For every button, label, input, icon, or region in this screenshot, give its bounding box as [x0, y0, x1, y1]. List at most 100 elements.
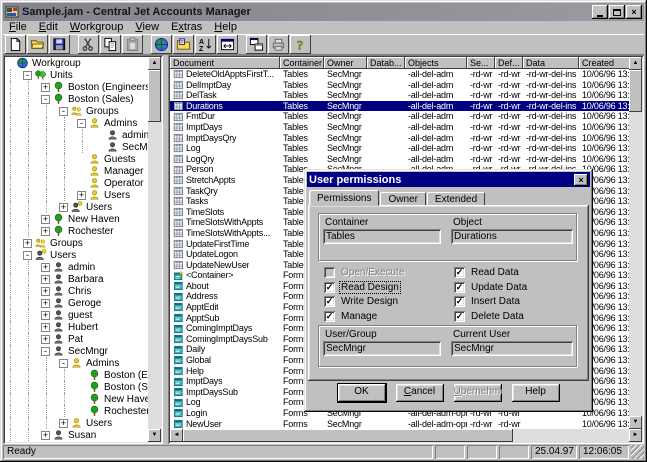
column-header-container[interactable]: Container — [280, 57, 324, 69]
print-button[interactable] — [268, 35, 289, 54]
checkbox-delete-data[interactable]: ✓Delete Data — [454, 311, 528, 322]
tab-owner[interactable]: Owner — [380, 192, 425, 206]
checked-checkbox-icon[interactable]: ✓ — [454, 282, 465, 293]
help-button[interactable]: ? — [290, 35, 311, 54]
tree-item-manager[interactable]: Manager — [5, 165, 148, 177]
tree-item-susan[interactable]: +Susan — [5, 429, 148, 441]
expand-icon[interactable]: + — [59, 419, 68, 428]
expand-icon[interactable]: + — [41, 299, 50, 308]
tree-item-secmngr[interactable]: -SecMngr — [5, 345, 148, 357]
checkbox-insert-data[interactable]: ✓Insert Data — [454, 296, 528, 307]
bernehmen-button[interactable]: Übernehmen — [454, 384, 502, 402]
tree-item-pat[interactable]: +Pat — [5, 333, 148, 345]
table-row-newuser[interactable]: NewUserFormsSecMngr-all-del-adm-opn-rd-w… — [170, 419, 633, 429]
tree-item-users[interactable]: +Users — [5, 417, 148, 429]
tree-item-geroge[interactable]: +Geroge — [5, 297, 148, 309]
column-header-document[interactable]: Document — [170, 57, 280, 69]
copy-button[interactable] — [100, 35, 121, 54]
tree-item-groups[interactable]: -Groups — [5, 105, 148, 117]
table-row-durations[interactable]: DurationsTablesSecMngr-all-del-adm-rd-wr… — [170, 101, 633, 112]
menu-help[interactable]: Help — [208, 21, 243, 34]
tree-item-groups[interactable]: +Groups — [5, 237, 148, 249]
table-row-logqry[interactable]: LogQryTablesSecMngr-all-del-adm-rd-wr-rd… — [170, 154, 633, 165]
table-row-fmtdur[interactable]: FmtDurTablesSecMngr-all-del-adm-rd-wr-rd… — [170, 111, 633, 122]
tree-item-hubert[interactable]: +Hubert — [5, 321, 148, 333]
scroll-up-icon[interactable]: ▲ — [148, 57, 161, 70]
maximize-button[interactable] — [609, 5, 625, 19]
expand-icon[interactable]: + — [41, 287, 50, 296]
column-header-owner[interactable]: Owner — [324, 57, 367, 69]
expand-icon[interactable]: + — [41, 83, 50, 92]
tree-item-admin[interactable]: +admin — [5, 261, 148, 273]
tree-item-guest[interactable]: +guest — [5, 309, 148, 321]
menu-file[interactable]: File — [3, 21, 33, 34]
tree-item-chris[interactable]: +Chris — [5, 285, 148, 297]
tree-item-workgroup[interactable]: Workgroup — [5, 57, 148, 69]
collapse-icon[interactable]: - — [23, 251, 32, 260]
scroll-left-icon[interactable]: ◄ — [170, 429, 183, 442]
expand-icon[interactable]: + — [77, 191, 86, 200]
checked-checkbox-icon[interactable]: ✓ — [454, 267, 465, 278]
menu-edit[interactable]: Edit — [33, 21, 64, 34]
checkbox-read-design[interactable]: ✓Read Design — [324, 282, 405, 293]
unchecked-checkbox-icon[interactable] — [324, 267, 335, 278]
tab-extended[interactable]: Extended — [427, 192, 485, 206]
tree-item-boston-sales[interactable]: -Boston (Sales) — [5, 93, 148, 105]
checked-checkbox-icon[interactable]: ✓ — [454, 296, 465, 307]
expand-icon[interactable]: + — [41, 275, 50, 284]
column-header-datab[interactable]: Datab... — [367, 57, 405, 69]
table-scroll-thumb[interactable] — [629, 70, 642, 112]
tree-item-users[interactable]: +Users — [5, 189, 148, 201]
menu-extras[interactable]: Extras — [165, 21, 208, 34]
collapse-icon[interactable]: - — [41, 95, 50, 104]
table-row-delimptday[interactable]: DelImptDayTablesSecMngr-all-del-adm-rd-w… — [170, 80, 633, 91]
expand-icon[interactable]: + — [41, 311, 50, 320]
cancel-button[interactable]: Cancel — [396, 384, 444, 402]
tree-item-admins[interactable]: -Admins — [5, 357, 148, 369]
expand-icon[interactable]: + — [59, 203, 68, 212]
scroll-down-icon[interactable]: ▼ — [148, 429, 161, 442]
tree-item-barbara[interactable]: +Barbara — [5, 273, 148, 285]
tree-item-users[interactable]: -Users — [5, 249, 148, 261]
dialog-title-bar[interactable]: User permissions × — [307, 172, 590, 187]
title-bar[interactable]: Sample.jam - Central Jet Accounts Manage… — [3, 3, 644, 21]
tree-scrollbar[interactable]: ▲ ▼ — [148, 57, 161, 442]
checkbox-write-design[interactable]: ✓Write Design — [324, 296, 405, 307]
table-hscroll-thumb[interactable] — [183, 429, 513, 442]
fit-window-button[interactable] — [217, 35, 238, 54]
tree-item-boston-engineers[interactable]: +Boston (Engineers) — [5, 81, 148, 93]
table-row-imptdaysqry[interactable]: ImptDaysQryTablesSecMngr-all-del-adm-rd-… — [170, 133, 633, 144]
dialog-close-button[interactable]: × — [574, 174, 588, 186]
column-header-def[interactable]: Def... — [495, 57, 523, 69]
minimize-button[interactable] — [592, 5, 608, 19]
ok-button[interactable]: OK — [338, 384, 386, 402]
table-row-deltask[interactable]: DelTaskTablesSecMngr-all-del-adm-rd-wr-r… — [170, 90, 633, 101]
open-file-button[interactable] — [27, 35, 48, 54]
paste-button[interactable] — [122, 35, 143, 54]
expand-icon[interactable]: + — [23, 239, 32, 248]
checked-checkbox-icon[interactable]: ✓ — [324, 296, 335, 307]
table-row-log[interactable]: LogTablesSecMngr-all-del-adm-rd-wr-rd-wr… — [170, 143, 633, 154]
scroll-right-icon[interactable]: ► — [629, 429, 642, 442]
cut-button[interactable] — [78, 35, 99, 54]
tree-item-new-haven[interactable]: +New Haven — [5, 213, 148, 225]
switch-windows-button[interactable] — [246, 35, 267, 54]
collapse-icon[interactable]: - — [77, 119, 86, 128]
column-header-data[interactable]: Data — [523, 57, 579, 69]
collapse-icon[interactable]: - — [59, 107, 68, 116]
help-button[interactable]: Help — [512, 384, 560, 402]
tree-item-boston-engineers[interactable]: Boston (Engineers) — [5, 369, 148, 381]
tree-item-guests[interactable]: Guests — [5, 153, 148, 165]
column-header-created[interactable]: Created — [579, 57, 633, 69]
table-row-imptdays[interactable]: ImptDaysTablesSecMngr-all-del-adm-rd-wr-… — [170, 122, 633, 133]
table-hscrollbar[interactable]: ◄ ► — [170, 429, 642, 442]
checked-checkbox-icon[interactable]: ✓ — [324, 282, 335, 293]
save-button[interactable] — [49, 35, 70, 54]
tree-item-operator[interactable]: Operator — [5, 177, 148, 189]
collapse-icon[interactable]: - — [41, 347, 50, 356]
expand-icon[interactable]: + — [41, 431, 50, 440]
column-header-objects[interactable]: Objects — [405, 57, 467, 69]
tree-item-admin[interactable]: admin — [5, 129, 148, 141]
tree-item-rochester[interactable]: Rochester — [5, 405, 148, 417]
table-row-deleteoldapptsfirstt[interactable]: DeleteOldApptsFirstT...TablesSecMngr-all… — [170, 69, 633, 80]
